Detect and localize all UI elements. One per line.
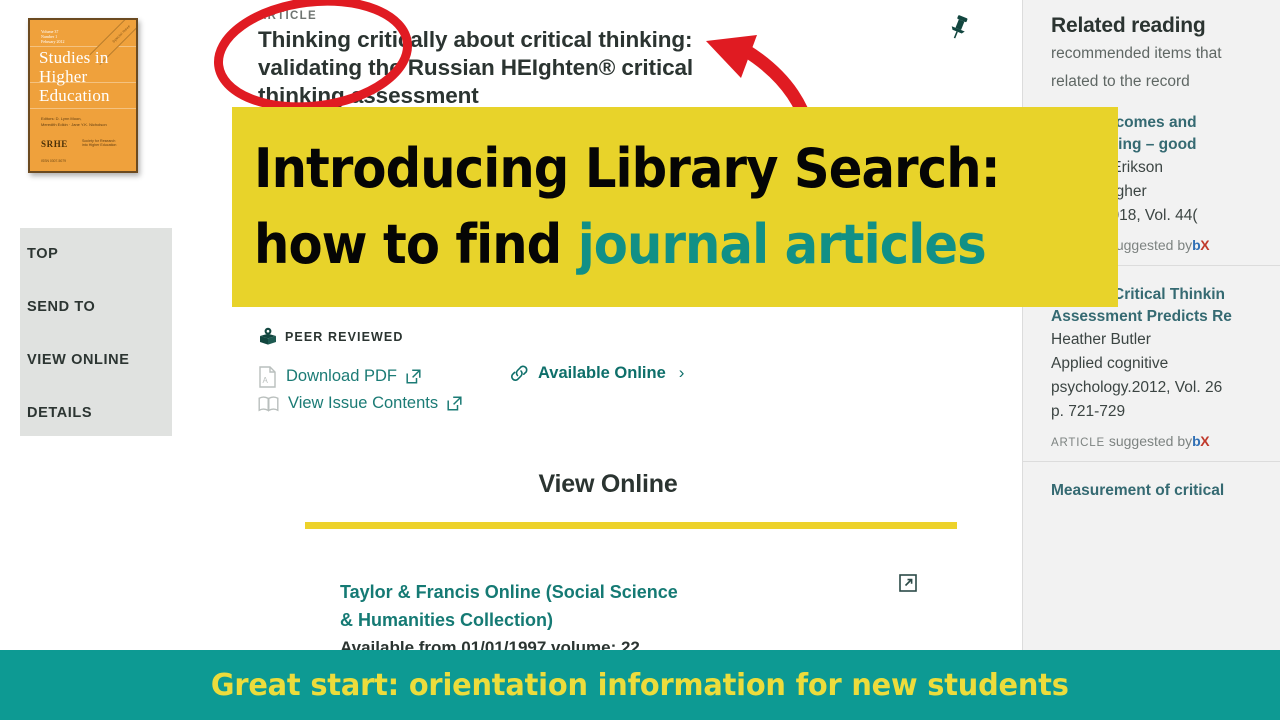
sidebar-item-top[interactable]: TOP (20, 246, 58, 262)
download-pdf-label: Download PDF (286, 367, 397, 385)
related-item-title[interactable]: Measurement of critical (1051, 480, 1280, 502)
view-issue-contents-link[interactable]: View Issue Contents (258, 390, 462, 417)
peer-reviewed-label: PEER REVIEWED (285, 330, 404, 344)
provider-line-2: & Humanities Collection) (340, 610, 554, 630)
cover-imprint-subtitle: Society for Research into Higher Educati… (82, 138, 117, 148)
related-item-author: Heather Butler (1051, 331, 1151, 348)
link-chain-icon (511, 365, 528, 381)
related-item-title-line-1: ...ing outcomes and (1051, 114, 1197, 131)
view-online-heading: View Online (538, 470, 678, 498)
related-item-source-line-2: ...ation.2018, Vol. 44( (1051, 207, 1198, 224)
related-reading-panel: Related reading recommended items that r… (1022, 0, 1280, 650)
related-item-title-line-1: Halpern Critical Thinkin (1051, 286, 1225, 303)
book-icon (258, 395, 279, 412)
pdf-file-icon: A (259, 365, 276, 388)
record-section-nav: TOP SEND TO VIEW ONLINE DETAILS (20, 228, 172, 436)
sidebar-item-send-to[interactable]: SEND TO (20, 299, 95, 315)
view-issue-contents-label: View Issue Contents (288, 394, 439, 412)
related-item-source-line-3: p. 721-729 (1051, 403, 1126, 420)
related-item-source-line-1: ...es in Higher (1051, 183, 1147, 200)
journal-cover-image: Special Issue Volume 37 Number 1 Februar… (28, 18, 138, 173)
record-type-label: ARTICLE (258, 10, 317, 22)
record-action-links: A Download PDF View Issue Contents (258, 363, 462, 417)
download-pdf-link[interactable]: A Download PDF (258, 363, 462, 390)
divider (1023, 265, 1280, 266)
external-link-icon[interactable] (899, 574, 917, 597)
screenshot-stage: Special Issue Volume 37 Number 1 Februar… (0, 0, 1280, 720)
record-title-line-2: validating the Russian HEIghten® critica… (258, 55, 694, 80)
cover-footer: ISSN 0307-5079 (41, 159, 67, 163)
sidebar-item-details[interactable]: DETAILS (20, 405, 92, 421)
related-item-title[interactable]: Halpern Critical Thinkin Assessment Pred… (1051, 284, 1280, 328)
journal-cover: Special Issue Volume 37 Number 1 Februar… (28, 18, 138, 173)
peer-reviewed-badge: PEER REVIEWED (258, 327, 404, 347)
record-title-line-1: Thinking critically about critical think… (258, 27, 693, 52)
related-reading-subtitle-line-2: related to the record (1051, 73, 1190, 90)
provider-line-1: Taylor & Francis Online (Social Science (340, 582, 678, 602)
bx-logo: bX (1192, 237, 1210, 253)
related-reading-heading: Related reading (1051, 14, 1206, 37)
record-title-line-3: thinking assessment (258, 83, 479, 108)
svg-text:A: A (263, 376, 269, 385)
pushpin-icon[interactable] (948, 14, 970, 45)
related-item-kind: ARTICLE (1051, 241, 1105, 253)
view-online-provider-link[interactable]: Taylor & Francis Online (Social Science … (340, 578, 860, 634)
external-link-icon (406, 369, 421, 384)
record-title[interactable]: Thinking critically about critical think… (258, 26, 958, 110)
cover-imprint: SRHE (41, 139, 68, 149)
bx-logo: bX (1192, 433, 1210, 449)
view-online-divider (305, 522, 957, 529)
related-reading-subtitle-line-1: recommended items that (1051, 45, 1222, 62)
related-item-title-line-2: Assessment Predicts Re (1051, 308, 1232, 325)
related-item[interactable]: Measurement of critical (1051, 480, 1280, 502)
related-item-title-line-2: ...al thinking – good (1051, 136, 1197, 153)
related-item-source-line-1: Applied cognitive (1051, 355, 1169, 372)
cover-volume: Volume 37 Number 1 February 2012 (41, 29, 65, 44)
related-item-author: ...orzata Erikson (1051, 159, 1163, 176)
suggested-by-text: suggested by (1108, 237, 1193, 253)
related-item-kind: ARTICLE (1051, 437, 1105, 449)
external-link-icon (447, 396, 462, 411)
related-item-suggested-by: ARTICLE suggested bybX (1051, 433, 1280, 449)
related-item-suggested-by: ARTICLE suggested bybX (1051, 237, 1280, 253)
related-item[interactable]: Halpern Critical Thinkin Assessment Pred… (1051, 284, 1280, 449)
available-online-link[interactable]: Available Online › (510, 363, 684, 383)
cover-editors: Editors: D. Lynn Moon, Meredith Edkin · … (41, 116, 107, 127)
sidebar-item-view-online[interactable]: VIEW ONLINE (20, 352, 129, 368)
related-item-title[interactable]: ...ing outcomes and ...al thinking – goo… (1051, 112, 1280, 156)
related-item-source-line-2: psychology.2012, Vol. 26 (1051, 379, 1223, 396)
peer-reviewed-icon (260, 327, 276, 345)
suggested-by-text: suggested by (1108, 433, 1193, 449)
divider (1023, 461, 1280, 462)
view-online-availability: Available from 01/01/1997 volume: 22 (340, 638, 640, 657)
primo-record-page: Special Issue Volume 37 Number 1 Februar… (0, 0, 1280, 720)
cover-title: Studies in Higher Education (39, 48, 110, 105)
related-item[interactable]: ...ing outcomes and ...al thinking – goo… (1051, 112, 1280, 253)
chevron-right-icon: › (678, 363, 685, 382)
view-online-item: Taylor & Francis Online (Social Science … (340, 578, 860, 662)
record-header: ARTICLE Thinking critically about critic… (258, 10, 958, 110)
available-online-label: Available Online (538, 363, 666, 382)
